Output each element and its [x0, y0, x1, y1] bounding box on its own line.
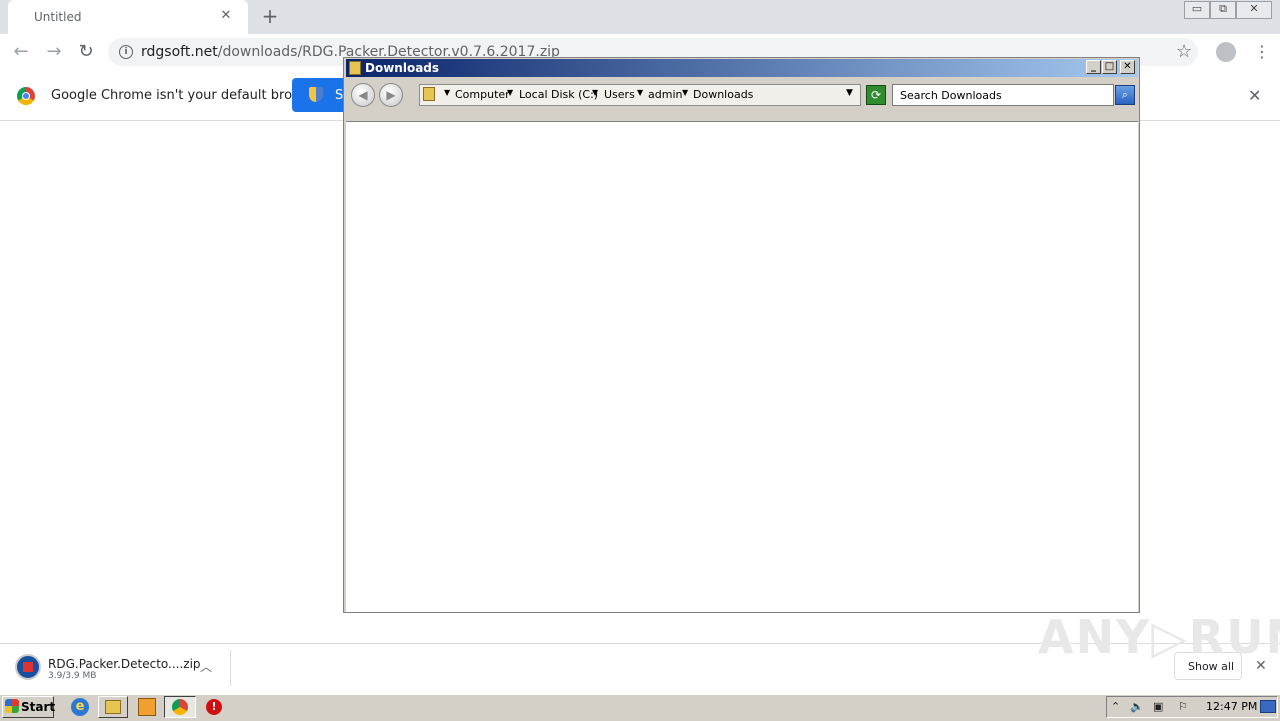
search-icon[interactable]: ⌕ — [1115, 85, 1135, 105]
clock[interactable]: 12:47 PM — [1206, 700, 1257, 713]
infobar-message: Google Chrome isn't your default browser — [51, 88, 323, 103]
site-info-icon[interactable]: i — [119, 45, 133, 59]
back-arrow-icon[interactable]: ← — [10, 41, 32, 63]
window-minimize-button[interactable]: ▭ — [1184, 1, 1210, 19]
explorer-forward-icon[interactable]: ▶ — [379, 83, 403, 107]
chrome-icon — [172, 699, 188, 715]
chevron-down-icon[interactable]: ▼ — [637, 88, 643, 97]
network-icon[interactable]: ▣ — [1153, 700, 1163, 713]
infobar-close-icon[interactable]: ✕ — [1248, 86, 1261, 105]
explorer-title: Downloads — [365, 61, 440, 75]
search-placeholder: Search Downloads — [900, 89, 1002, 102]
window-restore-button[interactable]: ⧉ — [1210, 1, 1236, 19]
chevron-down-icon[interactable]: ▼ — [444, 88, 450, 97]
action-center-flag-icon[interactable]: ⚐ — [1178, 700, 1188, 713]
breadcrumb-downloads[interactable]: Downloads — [693, 88, 753, 101]
volume-icon[interactable]: 🔈 — [1130, 700, 1144, 713]
forward-arrow-icon[interactable]: → — [43, 41, 65, 63]
download-file-name[interactable]: RDG.Packer.Detecto....zip — [48, 657, 201, 671]
uac-shield-icon — [309, 87, 323, 102]
anyrun-watermark: ANY▷RUN — [1038, 610, 1280, 664]
chrome-menu-icon[interactable]: ⋮ — [1254, 42, 1270, 61]
start-label: Start — [21, 700, 56, 714]
url-host: rdgsoft.net — [141, 44, 218, 60]
bookmark-star-icon[interactable]: ☆ — [1176, 41, 1192, 62]
media-player-icon[interactable] — [138, 698, 156, 716]
show-desktop-icon[interactable] — [1260, 700, 1276, 713]
explorer-title-bar[interactable] — [346, 59, 1138, 77]
shelf-divider — [230, 650, 231, 686]
tab-title: Untitled — [34, 10, 82, 24]
window-close-button[interactable]: ✕ — [1236, 1, 1272, 19]
folder-icon — [105, 700, 121, 714]
tray-expand-icon[interactable]: ⌃ — [1111, 700, 1120, 713]
internet-explorer-icon[interactable]: e — [71, 698, 89, 716]
chevron-down-icon[interactable]: ▼ — [507, 88, 513, 97]
tab-close-icon[interactable]: ✕ — [218, 8, 234, 24]
breadcrumb-admin[interactable]: admin — [648, 88, 682, 101]
profile-avatar-icon[interactable] — [1216, 42, 1236, 62]
refresh-icon[interactable]: ⟳ — [866, 85, 886, 105]
reload-icon[interactable]: ↻ — [75, 41, 97, 63]
explorer-file-list[interactable] — [346, 121, 1138, 612]
chevron-down-icon[interactable]: ▼ — [592, 88, 598, 97]
stop-sign-icon[interactable]: ! — [206, 699, 222, 715]
explorer-back-icon[interactable]: ◀ — [351, 83, 375, 107]
explorer-minimize-button[interactable]: _ — [1086, 60, 1101, 74]
breadcrumb-local-disk[interactable]: Local Disk (C:) — [519, 88, 598, 101]
explorer-maximize-button[interactable]: □ — [1102, 60, 1117, 74]
breadcrumb-computer[interactable]: Computer — [455, 88, 510, 101]
windows-flag-icon — [5, 699, 19, 713]
explorer-close-button[interactable]: ✕ — [1120, 60, 1135, 74]
address-dropdown-icon[interactable]: ▼ — [846, 88, 853, 98]
download-file-size: 3.9/3.9 MB — [48, 671, 97, 681]
folder-icon — [349, 61, 361, 75]
winrar-file-icon[interactable] — [15, 654, 41, 680]
address-folder-icon — [423, 87, 435, 101]
chevron-down-icon[interactable]: ▼ — [682, 88, 688, 97]
chrome-logo-icon — [17, 87, 35, 105]
new-tab-button[interactable]: + — [260, 6, 280, 26]
chevron-up-icon[interactable]: ︿ — [200, 658, 212, 675]
breadcrumb-users[interactable]: Users — [604, 88, 635, 101]
